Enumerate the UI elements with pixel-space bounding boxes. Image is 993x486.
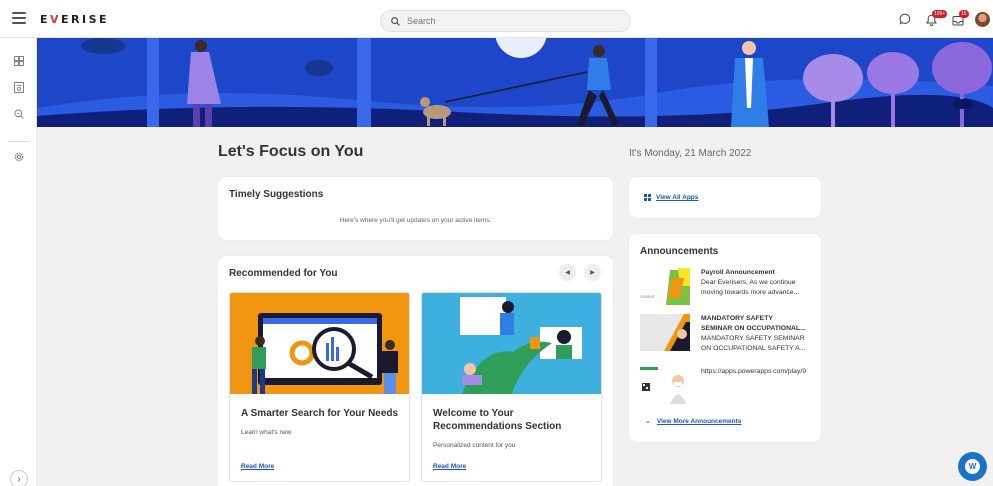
- announcements-card: Announcements CEMENT Payroll Announcemen…: [629, 234, 821, 442]
- inbox-badge: 15: [959, 10, 969, 18]
- chat-icon[interactable]: [899, 13, 911, 25]
- assistant-icon: W: [965, 459, 980, 474]
- announcement-thumbnail: CEMENT: [640, 268, 690, 305]
- read-more-link[interactable]: Read More: [241, 463, 274, 470]
- page-title: Let's Focus on You: [218, 143, 364, 160]
- smarter-search-image: [230, 293, 409, 394]
- chevron-left-icon: ◀: [565, 270, 570, 276]
- timely-suggestions-card: Timely Suggestions Here's where you'll g…: [218, 177, 613, 240]
- announcement-thumbnail: [640, 314, 690, 351]
- view-all-apps-link[interactable]: View All Apps: [644, 194, 698, 201]
- announcement-item[interactable]: CEMENT Payroll Announcement Dear Everise…: [640, 268, 815, 308]
- rec-tile-heading: A Smarter Search for Your Needs: [241, 408, 399, 419]
- timely-suggestions-title: Timely Suggestions: [229, 189, 324, 200]
- rec-tile-heading: Welcome to Your Recommendations Section: [433, 408, 562, 432]
- top-bar: EVERISE 199+ 15: [0, 0, 993, 38]
- recommended-card: Recommended for You ◀ ▶ A Smarter Search…: [218, 256, 613, 486]
- gear-icon[interactable]: [14, 152, 24, 162]
- announcement-item[interactable]: MANDATORY SAFETY SEMINAR ON OCCUPATIONAL…: [640, 314, 815, 360]
- notification-badge: 199+: [932, 10, 948, 18]
- left-rail: ›: [0, 38, 37, 486]
- search-icon: [391, 16, 400, 26]
- rec-tile-smarter-search[interactable]: A Smarter Search for Your Needs Learn wh…: [229, 292, 410, 482]
- menu-icon[interactable]: [12, 12, 26, 24]
- dashboard-icon[interactable]: [14, 56, 24, 66]
- recommendations-image: [422, 293, 601, 394]
- carousel-prev-button[interactable]: ◀: [559, 264, 576, 281]
- expand-rail-button[interactable]: ›: [10, 470, 28, 486]
- chevron-down-icon: ⌄: [645, 418, 651, 425]
- announcements-title: Announcements: [640, 246, 719, 257]
- announcement-thumbnail: [640, 367, 690, 404]
- announcement-text: https://apps.powerapps.com/play/9: [701, 368, 807, 375]
- search-bar[interactable]: [380, 10, 631, 32]
- rail-divider: [8, 141, 30, 142]
- everise-logo[interactable]: EVERISE: [40, 13, 109, 26]
- apps-grid-icon: [644, 194, 651, 201]
- report-icon[interactable]: [14, 82, 24, 93]
- svg-text:CEMENT: CEMENT: [640, 295, 656, 299]
- notifications-button[interactable]: 199+: [926, 10, 948, 30]
- chevron-right-icon: ›: [17, 473, 21, 485]
- chevron-right-icon: ▶: [590, 270, 595, 276]
- announcement-item[interactable]: https://apps.powerapps.com/play/9: [640, 367, 815, 407]
- avatar[interactable]: [975, 12, 990, 27]
- hero-banner: [37, 38, 993, 127]
- carousel-next-button[interactable]: ▶: [584, 264, 601, 281]
- announcement-text: Payroll Announcement Dear Everisers, As …: [701, 269, 800, 296]
- date-label: It's Monday, 21 March 2022: [629, 148, 752, 159]
- recommended-title: Recommended for You: [229, 268, 338, 279]
- read-more-link[interactable]: Read More: [433, 463, 466, 470]
- magnify-icon[interactable]: [14, 109, 24, 119]
- search-input[interactable]: [407, 16, 607, 26]
- announcement-text: MANDATORY SAFETY SEMINAR ON OCCUPATIONAL…: [701, 315, 806, 352]
- assistant-button[interactable]: W: [958, 452, 987, 481]
- rec-tile-subtitle: Learn what's new: [241, 429, 292, 436]
- rec-tile-subtitle: Personalized content for you: [433, 442, 516, 449]
- banner-illustration: [37, 38, 993, 127]
- view-more-announcements-link[interactable]: ⌄ View More Announcements: [645, 417, 741, 425]
- rec-tile-recommendations[interactable]: Welcome to Your Recommendations Section …: [421, 292, 602, 482]
- timely-suggestions-body: Here's where you'll get updates on your …: [339, 217, 492, 224]
- apps-card: View All Apps: [629, 177, 821, 218]
- inbox-button[interactable]: 15: [952, 10, 972, 30]
